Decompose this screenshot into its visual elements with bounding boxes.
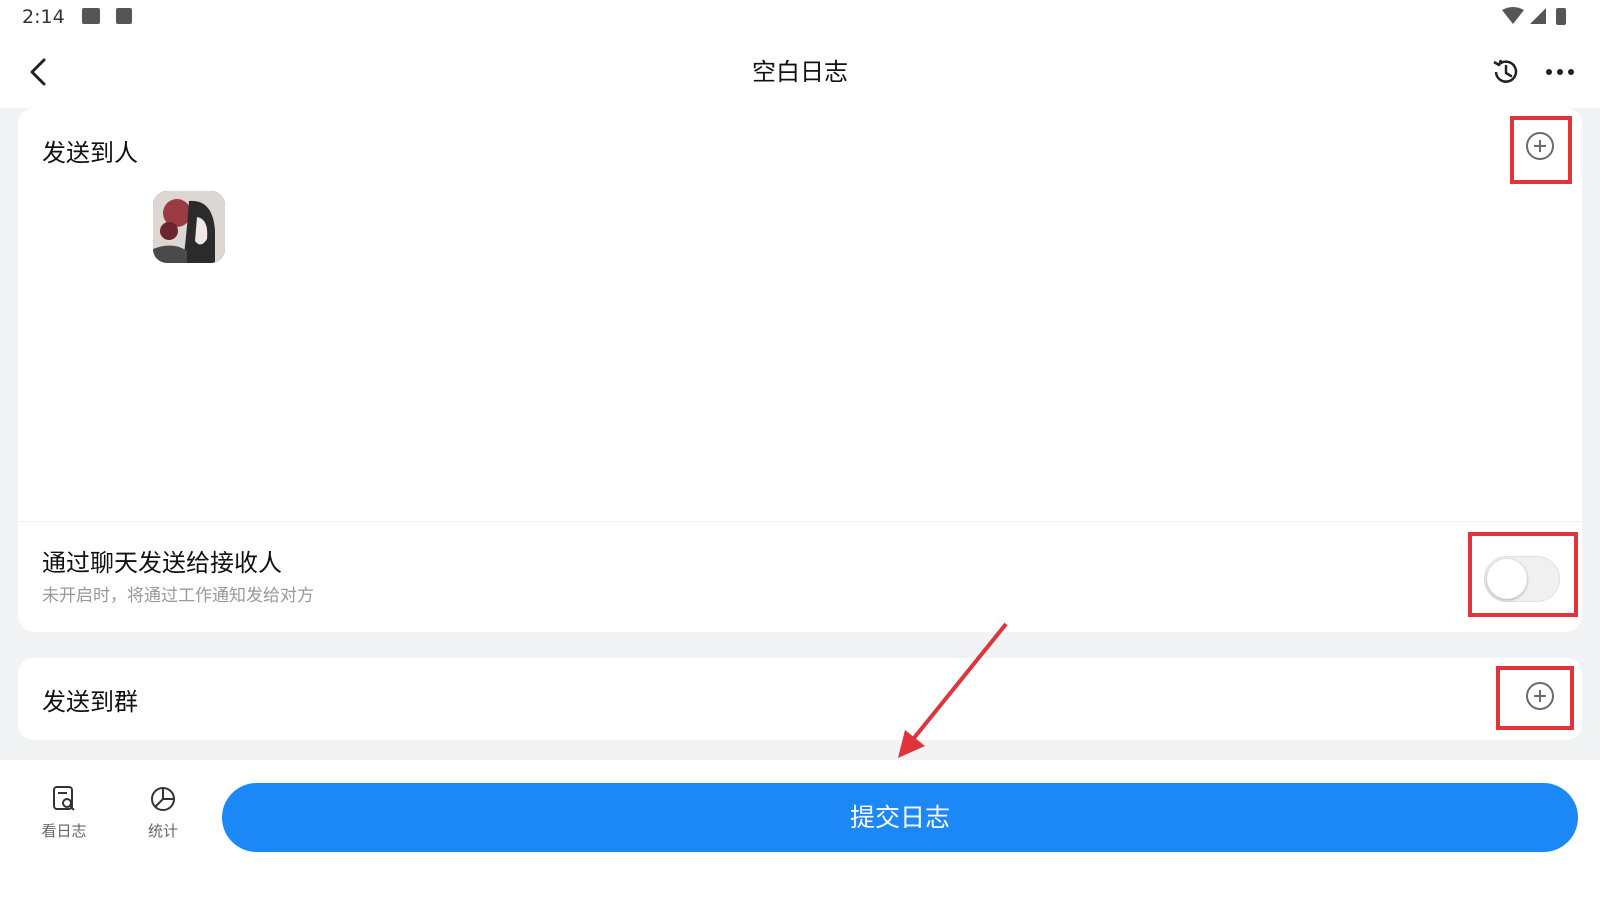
tab-stats[interactable]: 统计 [128, 784, 198, 841]
tab-view-log-label: 看日志 [41, 822, 87, 840]
tab-view-log[interactable]: 看日志 [29, 784, 99, 841]
stats-icon [151, 787, 175, 811]
submit-log-button[interactable]: 提交日志 [222, 783, 1578, 852]
tab-stats-label: 统计 [147, 822, 178, 840]
bottom-bar: 看日志 统计 提交日志 [0, 760, 1600, 900]
view-log-icon [53, 786, 75, 811]
